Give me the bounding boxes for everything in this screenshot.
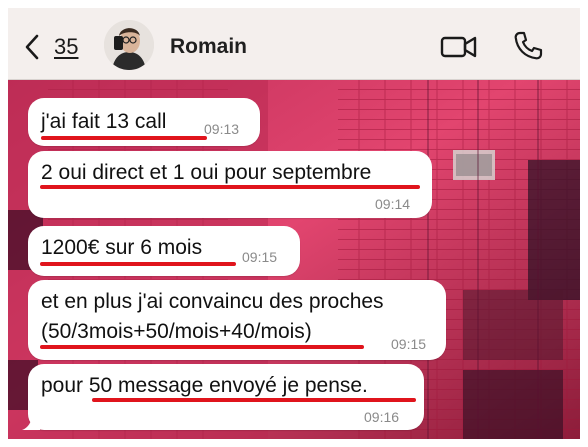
message-bubble[interactable]: et en plus j'ai convaincu des proches (5… <box>28 280 446 360</box>
highlight-underline <box>92 398 416 402</box>
chevron-left-icon <box>25 34 39 60</box>
message-text: 1200€ sur 6 mois <box>41 236 203 259</box>
message-text: 2 oui direct et 1 oui pour septembre <box>41 161 372 184</box>
unread-count: 35 <box>54 34 79 59</box>
message-time: 09:14 <box>375 196 411 212</box>
chat-header: 35 Romain <box>8 8 580 80</box>
video-call-icon <box>440 36 477 58</box>
message-time: 09:15 <box>242 249 278 265</box>
phone-call-button[interactable] <box>512 30 544 62</box>
contact-avatar[interactable] <box>104 20 154 70</box>
bubble-tail <box>22 414 40 430</box>
message-time: 09:15 <box>391 336 427 352</box>
chat-screen: 35 Romain j'ai fait 13 call 09:13 2 oui … <box>8 8 580 439</box>
message-bubble[interactable]: 1200€ sur 6 mois 09:15 <box>28 226 300 276</box>
video-call-button[interactable] <box>440 32 478 62</box>
avatar-image <box>104 20 154 70</box>
highlight-underline <box>40 345 364 349</box>
message-text: pour 50 message envoyé je pense. <box>41 374 368 397</box>
message-text-line-2: (50/3mois+50/mois+40/mois) <box>41 320 312 343</box>
message-bubble[interactable]: 2 oui direct et 1 oui pour septembre 09:… <box>28 151 432 218</box>
message-text-line-1: et en plus j'ai convaincu des proches <box>41 290 384 313</box>
highlight-underline <box>40 262 236 266</box>
message-bubble[interactable]: j'ai fait 13 call 09:13 <box>28 98 260 146</box>
highlight-underline <box>41 136 207 140</box>
back-button[interactable]: 35 <box>22 32 92 62</box>
highlight-underline <box>40 185 420 189</box>
phone-call-icon <box>514 31 543 60</box>
message-time: 09:13 <box>204 121 240 137</box>
message-text: j'ai fait 13 call <box>41 110 167 133</box>
contact-name[interactable]: Romain <box>170 35 247 59</box>
message-bubble[interactable]: pour 50 message envoyé je pense. 09:16 <box>22 364 424 430</box>
message-time: 09:16 <box>364 409 400 425</box>
